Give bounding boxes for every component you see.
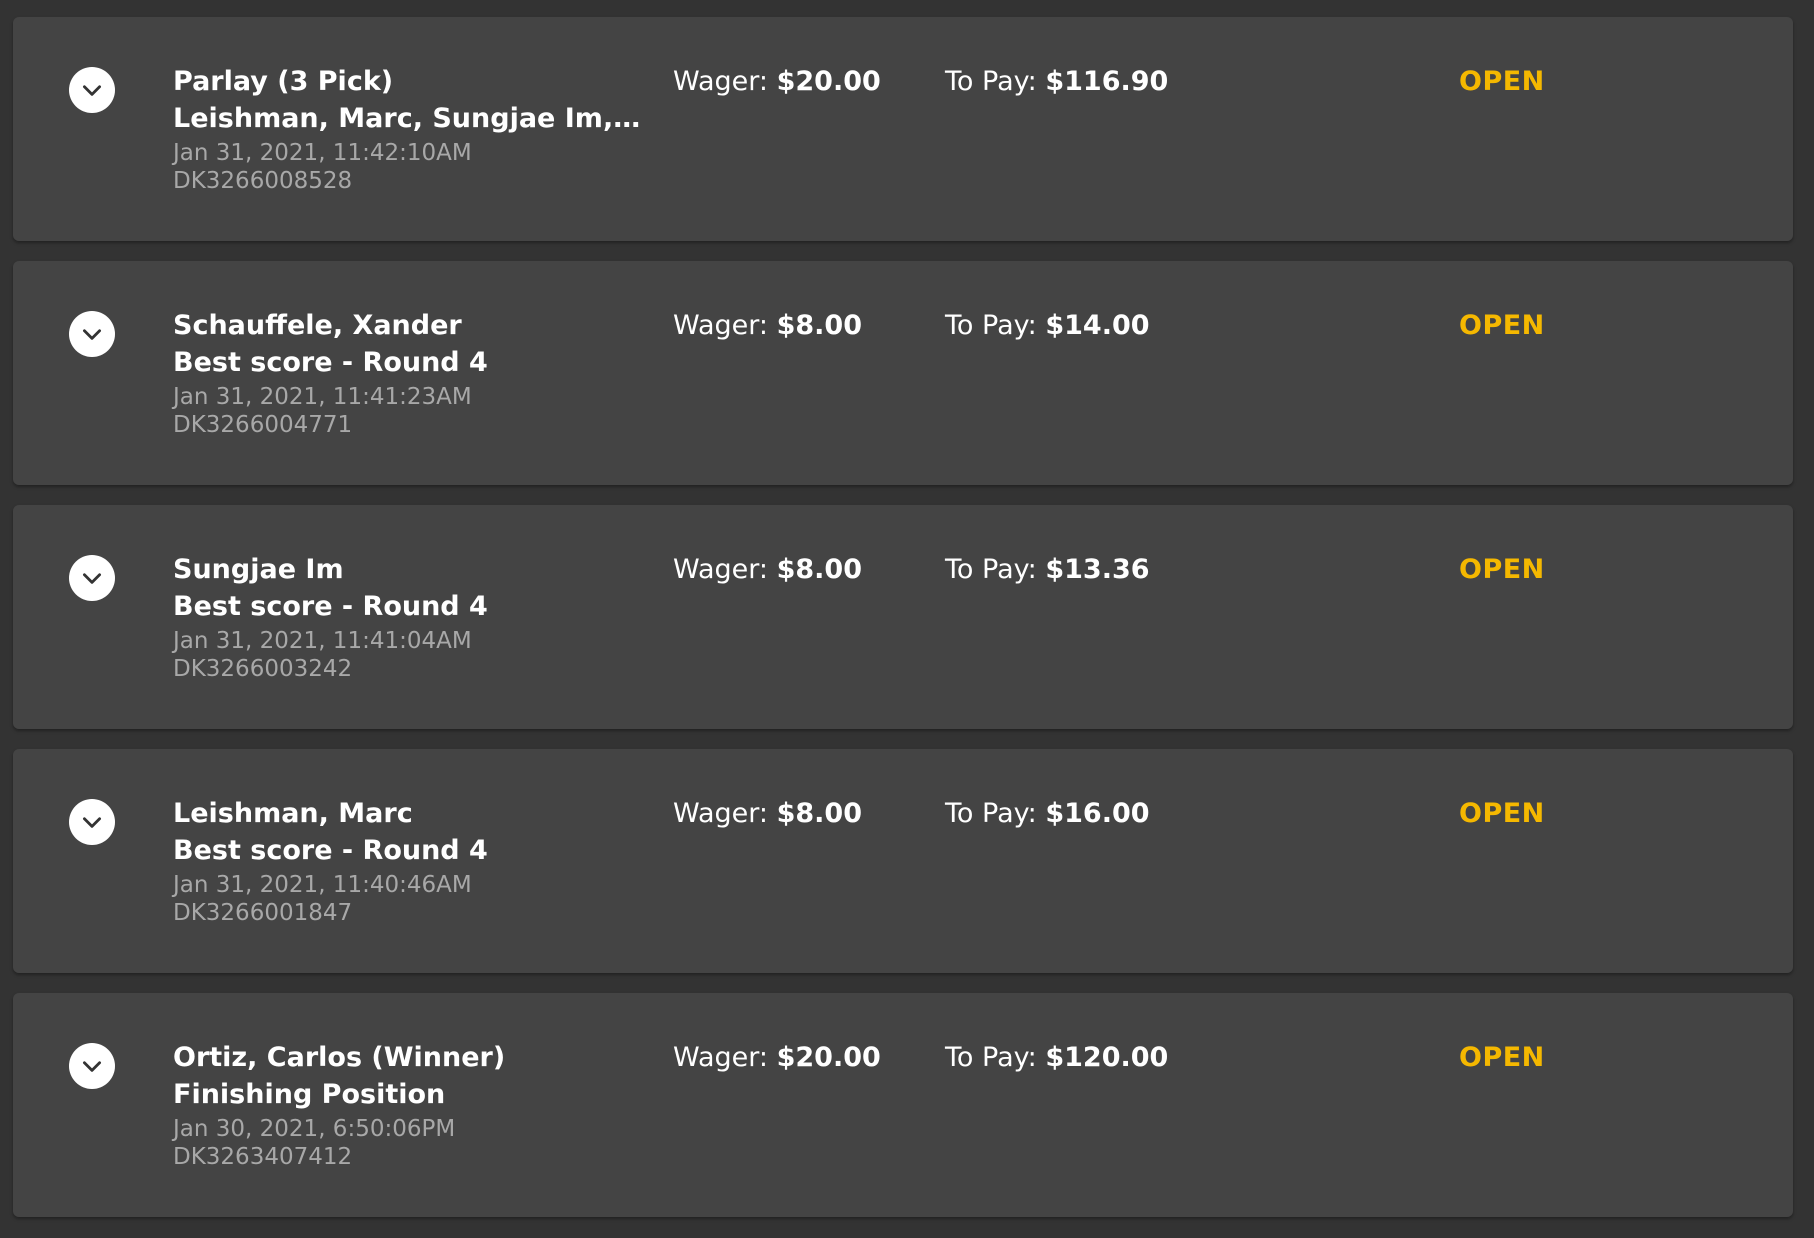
bet-id: DK3266008528 [173,168,353,194]
bet-title: Ortiz, Carlos (Winner) [173,1042,506,1073]
bet-card[interactable]: Schauffele, Xander Best score - Round 4 … [13,261,1793,485]
bet-title: Schauffele, Xander [173,310,462,341]
to-pay-label: To Pay: [945,798,1037,829]
bet-card[interactable]: Ortiz, Carlos (Winner) Finishing Positio… [13,993,1793,1217]
status-badge: OPEN [1459,66,1545,97]
bet-date: Jan 31, 2021, 11:41:23AM [173,384,472,410]
bet-id: DK3266003242 [173,656,353,682]
to-pay-amount: $16.00 [1045,798,1150,829]
status-badge: OPEN [1459,310,1545,341]
chevron-down-icon [83,329,101,340]
bet-title: Leishman, Marc [173,798,413,829]
bet-info: Leishman, Marc Best score - Round 4 Jan … [173,795,643,927]
wager-amount: $20.00 [776,1042,881,1073]
wager-amount: $8.00 [776,554,862,585]
wager: Wager: $8.00 [673,551,862,588]
expand-button[interactable] [69,555,115,601]
bet-id: DK3266001847 [173,900,353,926]
expand-button[interactable] [69,67,115,113]
bet-subtitle: Leishman, Marc, Sungjae Im, S... [173,103,643,134]
bet-card[interactable]: Parlay (3 Pick) Leishman, Marc, Sungjae … [13,17,1793,241]
status-badge: OPEN [1459,1042,1545,1073]
wager-label: Wager: [673,310,768,341]
wager-label: Wager: [673,554,768,585]
to-pay: To Pay: $14.00 [945,307,1150,344]
bet-id: DK3263407412 [173,1144,353,1170]
bet-info: Sungjae Im Best score - Round 4 Jan 31, … [173,551,643,683]
bet-card[interactable]: Sungjae Im Best score - Round 4 Jan 31, … [13,505,1793,729]
wager: Wager: $8.00 [673,307,862,344]
to-pay: To Pay: $116.90 [945,63,1168,100]
expand-button[interactable] [69,311,115,357]
bet-title: Parlay (3 Pick) [173,66,394,97]
bet-list: Parlay (3 Pick) Leishman, Marc, Sungjae … [13,17,1793,1237]
chevron-down-icon [83,1061,101,1072]
to-pay-amount: $120.00 [1045,1042,1169,1073]
chevron-down-icon [83,85,101,96]
to-pay-amount: $13.36 [1045,554,1150,585]
bet-card[interactable]: Leishman, Marc Best score - Round 4 Jan … [13,749,1793,973]
to-pay: To Pay: $13.36 [945,551,1150,588]
bet-title: Sungjae Im [173,554,344,585]
wager: Wager: $20.00 [673,63,881,100]
bet-info: Schauffele, Xander Best score - Round 4 … [173,307,643,439]
wager-label: Wager: [673,1042,768,1073]
bet-subtitle: Finishing Position [173,1079,446,1110]
expand-button[interactable] [69,799,115,845]
bet-id: DK3266004771 [173,412,353,438]
bet-info: Ortiz, Carlos (Winner) Finishing Positio… [173,1039,643,1171]
wager: Wager: $20.00 [673,1039,881,1076]
wager: Wager: $8.00 [673,795,862,832]
bet-info: Parlay (3 Pick) Leishman, Marc, Sungjae … [173,63,643,195]
status-badge: OPEN [1459,798,1545,829]
bet-date: Jan 31, 2021, 11:41:04AM [173,628,472,654]
chevron-down-icon [83,573,101,584]
bet-date: Jan 31, 2021, 11:42:10AM [173,140,472,166]
wager-label: Wager: [673,66,768,97]
expand-button[interactable] [69,1043,115,1089]
bet-date: Jan 31, 2021, 11:40:46AM [173,872,472,898]
to-pay: To Pay: $120.00 [945,1039,1168,1076]
to-pay-amount: $116.90 [1045,66,1169,97]
wager-label: Wager: [673,798,768,829]
to-pay-label: To Pay: [945,66,1037,97]
bet-subtitle: Best score - Round 4 [173,835,488,866]
wager-amount: $8.00 [776,798,862,829]
bet-date: Jan 30, 2021, 6:50:06PM [173,1116,456,1142]
to-pay-label: To Pay: [945,554,1037,585]
wager-amount: $8.00 [776,310,862,341]
status-badge: OPEN [1459,554,1545,585]
to-pay-label: To Pay: [945,1042,1037,1073]
to-pay: To Pay: $16.00 [945,795,1150,832]
bet-subtitle: Best score - Round 4 [173,591,488,622]
to-pay-amount: $14.00 [1045,310,1150,341]
wager-amount: $20.00 [776,66,881,97]
bet-subtitle: Best score - Round 4 [173,347,488,378]
chevron-down-icon [83,817,101,828]
to-pay-label: To Pay: [945,310,1037,341]
